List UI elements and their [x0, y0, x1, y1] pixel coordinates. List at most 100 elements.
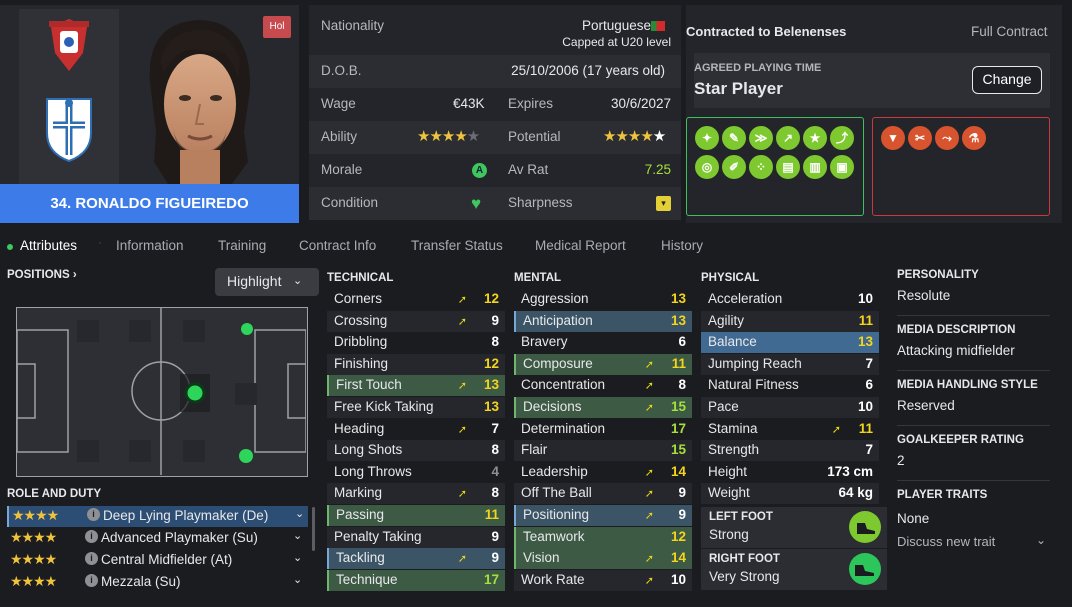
attribute-row-vision[interactable]: Vision ➚ 14 — [514, 548, 692, 570]
positions-title[interactable]: POSITIONS › — [7, 269, 77, 281]
attribute-row-agility[interactable]: Agility 11 — [701, 310, 879, 332]
attribute-row-teamwork[interactable]: Teamwork 12 — [514, 526, 692, 548]
attribute-row-off-the-ball[interactable]: Off The Ball ➚ 9 — [514, 483, 692, 505]
attribute-row-finishing[interactable]: Finishing 12 — [327, 353, 505, 375]
role-row-0[interactable]: ★★★★ i Deep Lying Playmaker (De) ⌄ — [7, 506, 308, 527]
tab-training[interactable]: Training — [218, 238, 266, 253]
attribute-row-free-kick-taking[interactable]: Free Kick Taking 13 — [327, 397, 505, 418]
attribute-row-passing[interactable]: Passing 11 — [327, 505, 505, 526]
pitch-icon[interactable]: ▣ — [830, 155, 854, 179]
tab-attributes[interactable]: Attributes — [20, 238, 77, 253]
cross-icon[interactable]: ↗ — [776, 126, 800, 150]
attribute-row-corners[interactable]: Corners ➚ 12 — [327, 289, 505, 310]
position-pitch[interactable] — [16, 307, 308, 477]
attribute-row-long-throws[interactable]: Long Throws 4 — [327, 462, 505, 483]
info-icon[interactable]: i — [85, 530, 98, 543]
shield-icon[interactable]: ▼ — [881, 126, 905, 150]
expires-label: Expires — [508, 96, 554, 111]
clipboard-icon[interactable]: ▤ — [776, 155, 800, 179]
attribute-name: Tackling — [336, 550, 385, 566]
passing-icon[interactable]: ≫ — [749, 126, 773, 150]
footsteps-icon[interactable]: ⁘ — [749, 155, 773, 179]
attribute-value: 4 — [491, 463, 499, 479]
chevron-down-icon[interactable]: ⌄ — [295, 507, 304, 520]
attribute-row-anticipation[interactable]: Anticipation 13 — [514, 310, 692, 332]
holiday-badge[interactable]: Hol — [263, 16, 291, 38]
attribute-row-composure[interactable]: Composure ➚ 11 — [514, 353, 692, 375]
tab-transfer-status[interactable]: Transfer Status — [411, 238, 503, 253]
attribute-row-heading[interactable]: Heading ➚ 7 — [327, 419, 505, 440]
attribute-row-strength[interactable]: Strength 7 — [701, 440, 879, 462]
attribute-row-determination[interactable]: Determination 17 — [514, 419, 692, 440]
info-icon[interactable]: i — [85, 574, 98, 587]
attribute-row-stamina[interactable]: Stamina ➚ 11 — [701, 419, 879, 440]
tab-medical-report[interactable]: Medical Report — [535, 238, 626, 253]
attribute-row-tackling[interactable]: Tackling ➚ 9 — [327, 548, 505, 570]
attribute-row-dribbling[interactable]: Dribbling 8 — [327, 332, 505, 353]
tab-information[interactable]: Information — [116, 238, 184, 253]
attribute-row-weight[interactable]: Weight 64 kg — [701, 483, 879, 505]
attribute-row-positioning[interactable]: Positioning ➚ 9 — [514, 505, 692, 526]
attribute-row-crossing[interactable]: Crossing ➚ 9 — [327, 310, 505, 332]
chevron-down-icon[interactable]: ⌄ — [293, 573, 302, 586]
brain-icon[interactable]: ✦ — [695, 126, 719, 150]
attribute-row-height[interactable]: Height 173 cm — [701, 462, 879, 483]
boot-icon[interactable]: ✐ — [722, 155, 746, 179]
info-icon[interactable]: i — [87, 508, 100, 521]
attribute-value: 9 — [491, 550, 499, 566]
role-row-3[interactable]: ★★★★ i Mezzala (Su) ⌄ — [7, 572, 308, 593]
attribute-row-flair[interactable]: Flair 15 — [514, 440, 692, 462]
trend-icon[interactable]: ⤴ — [830, 126, 854, 150]
attribute-row-first-touch[interactable]: First Touch ➚ 13 — [327, 375, 505, 397]
target-icon[interactable]: ◎ — [695, 155, 719, 179]
attribute-row-natural-fitness[interactable]: Natural Fitness 6 — [701, 375, 879, 396]
attribute-row-acceleration[interactable]: Acceleration 10 — [701, 289, 879, 310]
attribute-row-decisions[interactable]: Decisions ➚ 15 — [514, 397, 692, 418]
tackle-icon[interactable]: ⤳ — [935, 126, 959, 150]
change-button[interactable]: Change — [972, 66, 1042, 94]
condition-label: Condition — [321, 195, 379, 210]
tools-icon[interactable]: ✂ — [908, 126, 932, 150]
tab-contract-info[interactable]: Contract Info — [299, 238, 376, 253]
flask-icon[interactable]: ⚗ — [962, 126, 986, 150]
attribute-row-concentration[interactable]: Concentration ➚ 8 — [514, 375, 692, 396]
attribute-name: Vision — [523, 550, 560, 566]
star-icon[interactable]: ★ — [803, 126, 827, 150]
agreed-label: AGREED PLAYING TIME — [694, 62, 822, 74]
info-icon[interactable]: i — [85, 552, 98, 565]
attribute-name: Positioning — [523, 507, 590, 522]
morale-icon[interactable]: A — [472, 163, 487, 178]
attribute-row-long-shots[interactable]: Long Shots 8 — [327, 440, 505, 462]
divider — [897, 480, 1050, 481]
discuss-trait-link[interactable]: Discuss new trait — [897, 534, 995, 549]
chevron-down-icon[interactable]: ⌄ — [293, 529, 302, 542]
condition-heart-icon[interactable]: ♥ — [471, 194, 481, 214]
attribute-row-leadership[interactable]: Leadership ➚ 14 — [514, 462, 692, 483]
chevron-down-icon[interactable]: ⌄ — [293, 551, 302, 564]
attribute-value: 7 — [865, 355, 873, 371]
attribute-row-work-rate[interactable]: Work Rate ➚ 10 — [514, 569, 692, 591]
highlight-dropdown[interactable]: Highlight ⌄ — [215, 268, 319, 296]
attribute-row-bravery[interactable]: Bravery 6 — [514, 332, 692, 353]
attribute-value: 17 — [483, 571, 499, 587]
attribute-row-balance[interactable]: Balance 13 — [701, 332, 879, 354]
wrench-icon[interactable]: ✎ — [722, 126, 746, 150]
roles-scrollbar[interactable] — [312, 507, 315, 551]
tab-history[interactable]: History — [661, 238, 703, 253]
attribute-row-aggression[interactable]: Aggression 13 — [514, 289, 692, 310]
role-row-1[interactable]: ★★★★ i Advanced Playmaker (Su) ⌄ — [7, 528, 308, 549]
role-row-2[interactable]: ★★★★ i Central Midfielder (At) ⌄ — [7, 550, 308, 571]
attribute-row-marking[interactable]: Marking ➚ 8 — [327, 483, 505, 505]
right-boot-icon — [849, 553, 881, 585]
nationality-value[interactable]: Portuguese — [582, 18, 651, 33]
attribute-row-jumping-reach[interactable]: Jumping Reach 7 — [701, 353, 879, 375]
sharpness-icon[interactable]: ▾ — [656, 196, 671, 211]
attribute-row-technique[interactable]: Technique 17 — [327, 569, 505, 591]
notes-icon[interactable]: ▥ — [803, 155, 827, 179]
attribute-row-penalty-taking[interactable]: Penalty Taking 9 — [327, 526, 505, 548]
active-dot-icon — [7, 244, 13, 250]
attribute-value: 10 — [857, 399, 873, 414]
media-desc-title: MEDIA DESCRIPTION — [897, 324, 1016, 336]
chevron-down-icon[interactable]: ⌄ — [1036, 533, 1046, 547]
attribute-row-pace[interactable]: Pace 10 — [701, 397, 879, 418]
